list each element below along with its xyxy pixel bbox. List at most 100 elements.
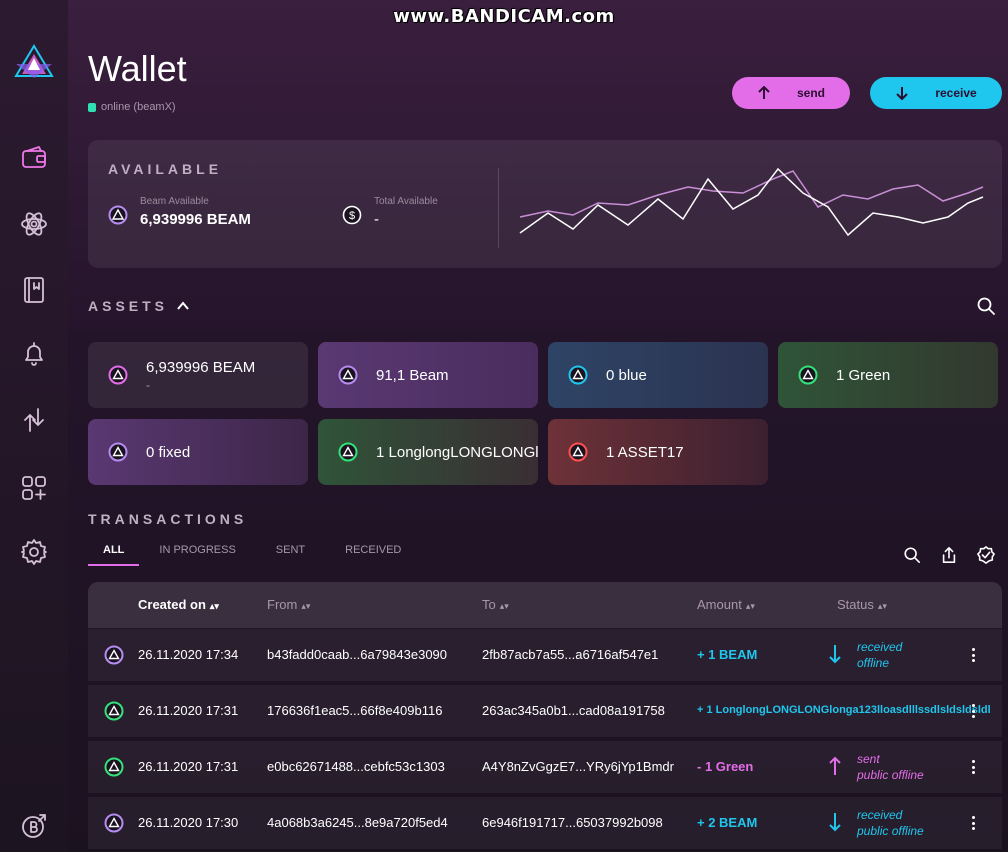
table-row[interactable]: 26.11.2020 17:31 e0bc62671488...cebfc53c1…	[88, 741, 1002, 793]
nav-address-book[interactable]	[14, 270, 54, 310]
asset-card[interactable]: 91,1 Beam	[318, 342, 538, 408]
svg-text:$: $	[349, 210, 355, 222]
asset-card[interactable]: 0 fixed	[88, 419, 308, 485]
sort-icon: ▴▾	[209, 601, 219, 611]
asset-amount: 0 fixed	[146, 443, 191, 461]
transaction-status: received public offline	[857, 807, 924, 839]
verify-button[interactable]	[977, 546, 995, 564]
transactions-table-header: Created on ▴▾ From ▴▾ To ▴▾ Amount ▴▾ Status…	[88, 582, 1002, 628]
transaction-amount: + 1 BEAM	[697, 647, 758, 662]
tab-received[interactable]: RECEIVED	[325, 544, 421, 566]
gear-icon	[21, 539, 47, 565]
transaction-from: b43fadd0caab...6a79843e3090	[267, 647, 448, 662]
transaction-to: 6e946f191717...65037992b098	[482, 815, 663, 830]
atom-icon	[21, 212, 47, 236]
column-from[interactable]: From ▴▾	[267, 597, 310, 612]
panel-divider	[498, 168, 499, 248]
tab-in-progress[interactable]: IN PROGRESS	[139, 544, 255, 566]
asset-card[interactable]: 1 Green	[778, 342, 998, 408]
export-icon	[942, 546, 956, 564]
beam-logo-icon	[14, 44, 54, 78]
beam-coin-icon	[108, 205, 128, 225]
nav-beam-external[interactable]	[14, 806, 54, 846]
connection-status-label: online (beamX)	[101, 101, 176, 113]
export-button[interactable]	[940, 546, 958, 564]
transaction-to: 2fb87acb7a55...a6716af547e1	[482, 647, 659, 662]
transaction-amount: + 1 LonglongLONGLONGlonga123lloasdlllssd…	[697, 704, 991, 716]
transaction-coin-icon	[104, 701, 124, 721]
transaction-status-detail: offline	[857, 656, 890, 670]
beam-available-stat: Beam Available 6,939996 BEAM	[108, 196, 251, 228]
transaction-status-label: received	[857, 640, 903, 654]
search-icon	[977, 297, 995, 315]
arrow-up-icon	[758, 86, 770, 99]
lock-icon	[88, 102, 96, 112]
available-panel: AVAILABLE Beam Available 6,939996 BEAM $…	[88, 140, 1002, 268]
column-from-label: From	[267, 597, 298, 612]
more-options-icon[interactable]	[968, 702, 978, 720]
search-icon	[904, 547, 921, 564]
assets-search-button[interactable]	[976, 296, 996, 316]
asset-card[interactable]: 0 blue	[548, 342, 768, 408]
send-button[interactable]: send	[732, 77, 850, 109]
asset-amount: 1 Green	[836, 366, 891, 384]
transactions-search-button[interactable]	[903, 546, 921, 564]
table-row[interactable]: 26.11.2020 17:30 4a068b3a6245...8e9a720f5…	[88, 797, 1002, 849]
sent-arrow-icon	[829, 756, 841, 775]
received-arrow-icon	[829, 813, 841, 832]
more-options-icon[interactable]	[968, 758, 978, 776]
beam-available-label: Beam Available	[140, 196, 209, 207]
nav-settings[interactable]	[14, 532, 54, 572]
nav-swap[interactable]	[14, 400, 54, 440]
transaction-status-label: received	[857, 808, 903, 822]
page-title: Wallet	[88, 48, 187, 89]
more-options-icon[interactable]	[968, 646, 978, 664]
asset-coin-icon	[108, 442, 128, 462]
transaction-date: 26.11.2020 17:30	[138, 815, 239, 830]
asset-coin-icon	[798, 365, 818, 385]
available-heading: AVAILABLE	[108, 161, 223, 177]
nav-wallet[interactable]	[14, 138, 54, 178]
column-created-on[interactable]: Created on ▴▾	[138, 597, 219, 612]
send-button-label: send	[796, 86, 825, 100]
more-options-icon[interactable]	[968, 814, 978, 832]
asset-card[interactable]: 1 LonglongLONGLONGlonga	[318, 419, 538, 485]
connection-status: online (beamX)	[88, 101, 176, 113]
transaction-from: 176636f1eac5...66f8e409b116	[267, 703, 443, 718]
assets-heading[interactable]: ASSETS	[88, 298, 190, 314]
asset-secondary-value: -	[146, 377, 150, 392]
transaction-status-detail: public offline	[857, 768, 924, 782]
asset-card[interactable]: 6,939996 BEAM -	[88, 342, 308, 408]
tab-all[interactable]: ALL	[88, 544, 140, 566]
book-icon	[24, 277, 44, 303]
table-row[interactable]: 26.11.2020 17:31 176636f1eac5...66f8e409b…	[88, 685, 1002, 737]
asset-coin-icon	[338, 365, 358, 385]
sort-icon: ▴▾	[745, 601, 755, 611]
total-available-value: -	[374, 211, 379, 228]
sort-icon: ▴▾	[301, 601, 311, 611]
receive-button[interactable]: receive	[870, 77, 1002, 109]
nav-notifications[interactable]	[14, 334, 54, 374]
asset-amount: 1 LonglongLONGLONGlonga	[376, 443, 538, 461]
nav-dapps[interactable]	[14, 468, 54, 508]
transaction-coin-icon	[104, 757, 124, 777]
column-to[interactable]: To ▴▾	[482, 597, 509, 612]
column-status[interactable]: Status ▴▾	[837, 597, 887, 612]
transaction-to: 263ac345a0b1...cad08a191758	[482, 703, 665, 718]
column-amount[interactable]: Amount ▴▾	[697, 597, 755, 612]
asset-amount: 1 ASSET17	[606, 443, 684, 461]
apps-plus-icon	[22, 476, 46, 500]
bell-icon	[25, 342, 43, 366]
tab-sent[interactable]: SENT	[256, 544, 325, 566]
transaction-amount: - 1 Green	[697, 759, 754, 774]
swap-arrows-icon	[24, 408, 44, 432]
nav-atomic-swap[interactable]	[14, 204, 54, 244]
assets-heading-label: ASSETS	[88, 298, 169, 314]
asset-coin-icon	[108, 365, 128, 385]
chevron-up-icon	[177, 301, 189, 310]
sort-icon: ▴▾	[499, 601, 509, 611]
beam-external-icon	[22, 814, 46, 838]
asset-card[interactable]: 1 ASSET17	[548, 419, 768, 485]
table-row[interactable]: 26.11.2020 17:34 b43fadd0caab...6a79843e3…	[88, 629, 1002, 681]
transactions-heading: TRANSACTIONS	[88, 511, 248, 527]
